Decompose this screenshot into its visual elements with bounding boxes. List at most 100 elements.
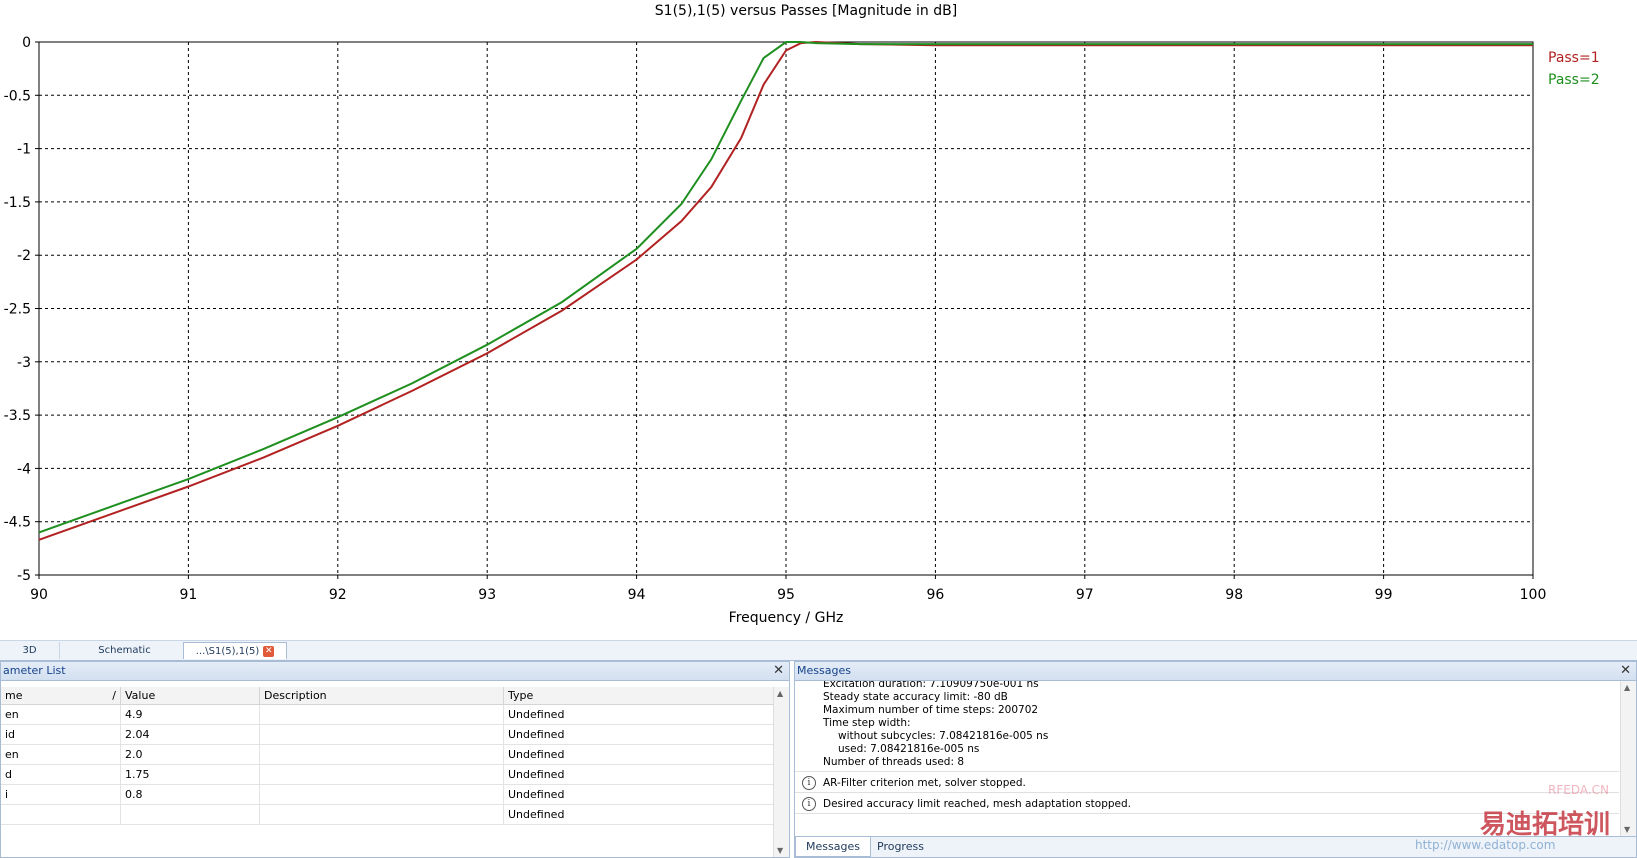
- close-icon[interactable]: ✕: [1620, 662, 1631, 680]
- parameter-table: me / Value Description Type en 4.9 Undefine…: [1, 687, 774, 825]
- watermark-brand: RFEDA.CN: [1548, 783, 1610, 797]
- y-tick-label: -0.5: [4, 88, 31, 104]
- scroll-up-icon[interactable]: ▲: [777, 689, 783, 698]
- x-tick-label: 96: [926, 587, 944, 603]
- x-tick-label: 100: [1520, 587, 1547, 603]
- param-type: Undefined: [503, 804, 774, 825]
- messages-header: Messages ✕: [795, 662, 1636, 681]
- info-icon: i: [802, 776, 816, 790]
- message-line: Number of threads used: 8: [823, 756, 965, 768]
- column-header-description[interactable]: Description: [259, 687, 504, 705]
- y-tick-label: -2: [17, 248, 31, 264]
- info-message: AR-Filter criterion met, solver stopped.: [823, 777, 1026, 789]
- table-row[interactable]: en 2.0 Undefined: [1, 744, 774, 765]
- chart-area: S1(5),1(5) versus Passes [Magnitude in d…: [0, 0, 1637, 640]
- message-line: Excitation duration: 7.10909750e-001 ns: [823, 681, 1039, 690]
- param-description[interactable]: [259, 744, 504, 765]
- x-tick-label: 90: [30, 587, 48, 603]
- message-line: Maximum number of time steps: 200702: [823, 704, 1039, 716]
- param-type: Undefined: [503, 724, 774, 745]
- tab-3d-label: 3D: [22, 645, 37, 656]
- y-tick-label: 0: [22, 35, 31, 51]
- tab-messages[interactable]: Messages: [795, 837, 871, 857]
- column-header-name[interactable]: me /: [1, 687, 121, 705]
- x-tick-label: 92: [329, 587, 347, 603]
- messages-title: Messages: [797, 664, 851, 677]
- param-description[interactable]: [259, 784, 504, 805]
- column-header-value[interactable]: Value: [120, 687, 260, 705]
- param-name[interactable]: [1, 804, 121, 825]
- param-name[interactable]: id: [1, 724, 121, 745]
- param-value[interactable]: 1.75: [120, 764, 260, 785]
- x-tick-label: 93: [478, 587, 496, 603]
- param-description[interactable]: [259, 724, 504, 745]
- document-tab-strip: 3D Schematic ...\S1(5),1(5) ✕: [0, 640, 1637, 661]
- y-tick-label: -5: [17, 568, 31, 584]
- legend-entry: Pass=2: [1548, 72, 1600, 88]
- table-row[interactable]: d 1.75 Undefined: [1, 764, 774, 785]
- y-tick-label: -4.5: [4, 515, 31, 531]
- message-line: without subcycles: 7.08421816e-005 ns: [838, 730, 1049, 742]
- param-name[interactable]: en: [1, 704, 121, 725]
- x-tick-label: 99: [1375, 587, 1393, 603]
- parameter-list-header: ameter List ✕: [1, 662, 789, 681]
- param-value[interactable]: 2.0: [120, 744, 260, 765]
- x-tick-label: 97: [1076, 587, 1094, 603]
- table-row[interactable]: en 4.9 Undefined: [1, 704, 774, 725]
- message-line: Steady state accuracy limit: -80 dB: [823, 691, 1008, 703]
- tab-s-parameter-plot[interactable]: ...\S1(5),1(5) ✕: [183, 642, 287, 659]
- param-value[interactable]: 0.8: [120, 784, 260, 805]
- info-message: Desired accuracy limit reached, mesh ada…: [823, 798, 1131, 810]
- y-tick-label: -3.5: [4, 408, 31, 424]
- param-type: Undefined: [503, 704, 774, 725]
- s-parameter-plot: S1(5),1(5) versus Passes [Magnitude in d…: [4, 3, 1600, 626]
- param-type: Undefined: [503, 764, 774, 785]
- y-tick-label: -3: [17, 355, 31, 371]
- sort-indicator-icon: /: [112, 689, 116, 702]
- tab-schematic[interactable]: Schematic: [60, 642, 190, 659]
- param-value[interactable]: 4.9: [120, 704, 260, 725]
- info-icon: i: [802, 797, 816, 811]
- table-row[interactable]: i 0.8 Undefined: [1, 784, 774, 805]
- table-row[interactable]: id 2.04 Undefined: [1, 724, 774, 745]
- parameter-list-title: ameter List: [3, 664, 66, 677]
- scroll-down-icon[interactable]: ▼: [1624, 825, 1630, 834]
- tab-3d[interactable]: 3D: [0, 642, 60, 659]
- table-row[interactable]: Undefined: [1, 804, 774, 825]
- y-tick-label: -4: [17, 461, 31, 477]
- scroll-up-icon[interactable]: ▲: [1624, 683, 1630, 692]
- scroll-down-icon[interactable]: ▼: [777, 846, 783, 855]
- column-header-type[interactable]: Type: [503, 687, 774, 705]
- param-description[interactable]: [259, 804, 504, 825]
- x-tick-label: 98: [1225, 587, 1243, 603]
- param-type: Undefined: [503, 744, 774, 765]
- watermark-url: http://www.edatop.com: [1415, 838, 1556, 852]
- x-tick-label: 94: [628, 587, 646, 603]
- param-description[interactable]: [259, 764, 504, 785]
- param-value[interactable]: [120, 804, 260, 825]
- message-line: used: 7.08421816e-005 ns: [838, 743, 980, 755]
- close-icon[interactable]: ✕: [263, 645, 275, 657]
- table-header-row: me / Value Description Type: [1, 687, 774, 705]
- watermark-cn-text: 易迪拓培训: [1480, 810, 1611, 840]
- param-value[interactable]: 2.04: [120, 724, 260, 745]
- parameter-list-panel: ameter List ✕ me / Value Description Type…: [0, 661, 790, 858]
- param-name[interactable]: en: [1, 744, 121, 765]
- close-icon[interactable]: ✕: [773, 662, 784, 680]
- message-line: Time step width:: [823, 717, 911, 729]
- y-tick-label: -1: [17, 142, 31, 158]
- x-axis-label: Frequency / GHz: [729, 610, 844, 626]
- param-name[interactable]: i: [1, 784, 121, 805]
- message-separator: [795, 771, 1619, 772]
- legend-entry: Pass=1: [1548, 50, 1600, 66]
- param-description[interactable]: [259, 704, 504, 725]
- x-tick-label: 95: [777, 587, 795, 603]
- param-name[interactable]: d: [1, 764, 121, 785]
- messages-scrollbar[interactable]: ▲ ▼: [1620, 681, 1636, 836]
- tab-schematic-label: Schematic: [98, 645, 151, 656]
- y-tick-label: -2.5: [4, 302, 31, 318]
- tab-progress[interactable]: Progress: [867, 837, 934, 856]
- x-tick-label: 91: [179, 587, 197, 603]
- parameter-list-scrollbar[interactable]: ▲ ▼: [773, 687, 789, 857]
- tab-s-parameter-label: ...\S1(5),1(5): [195, 646, 260, 657]
